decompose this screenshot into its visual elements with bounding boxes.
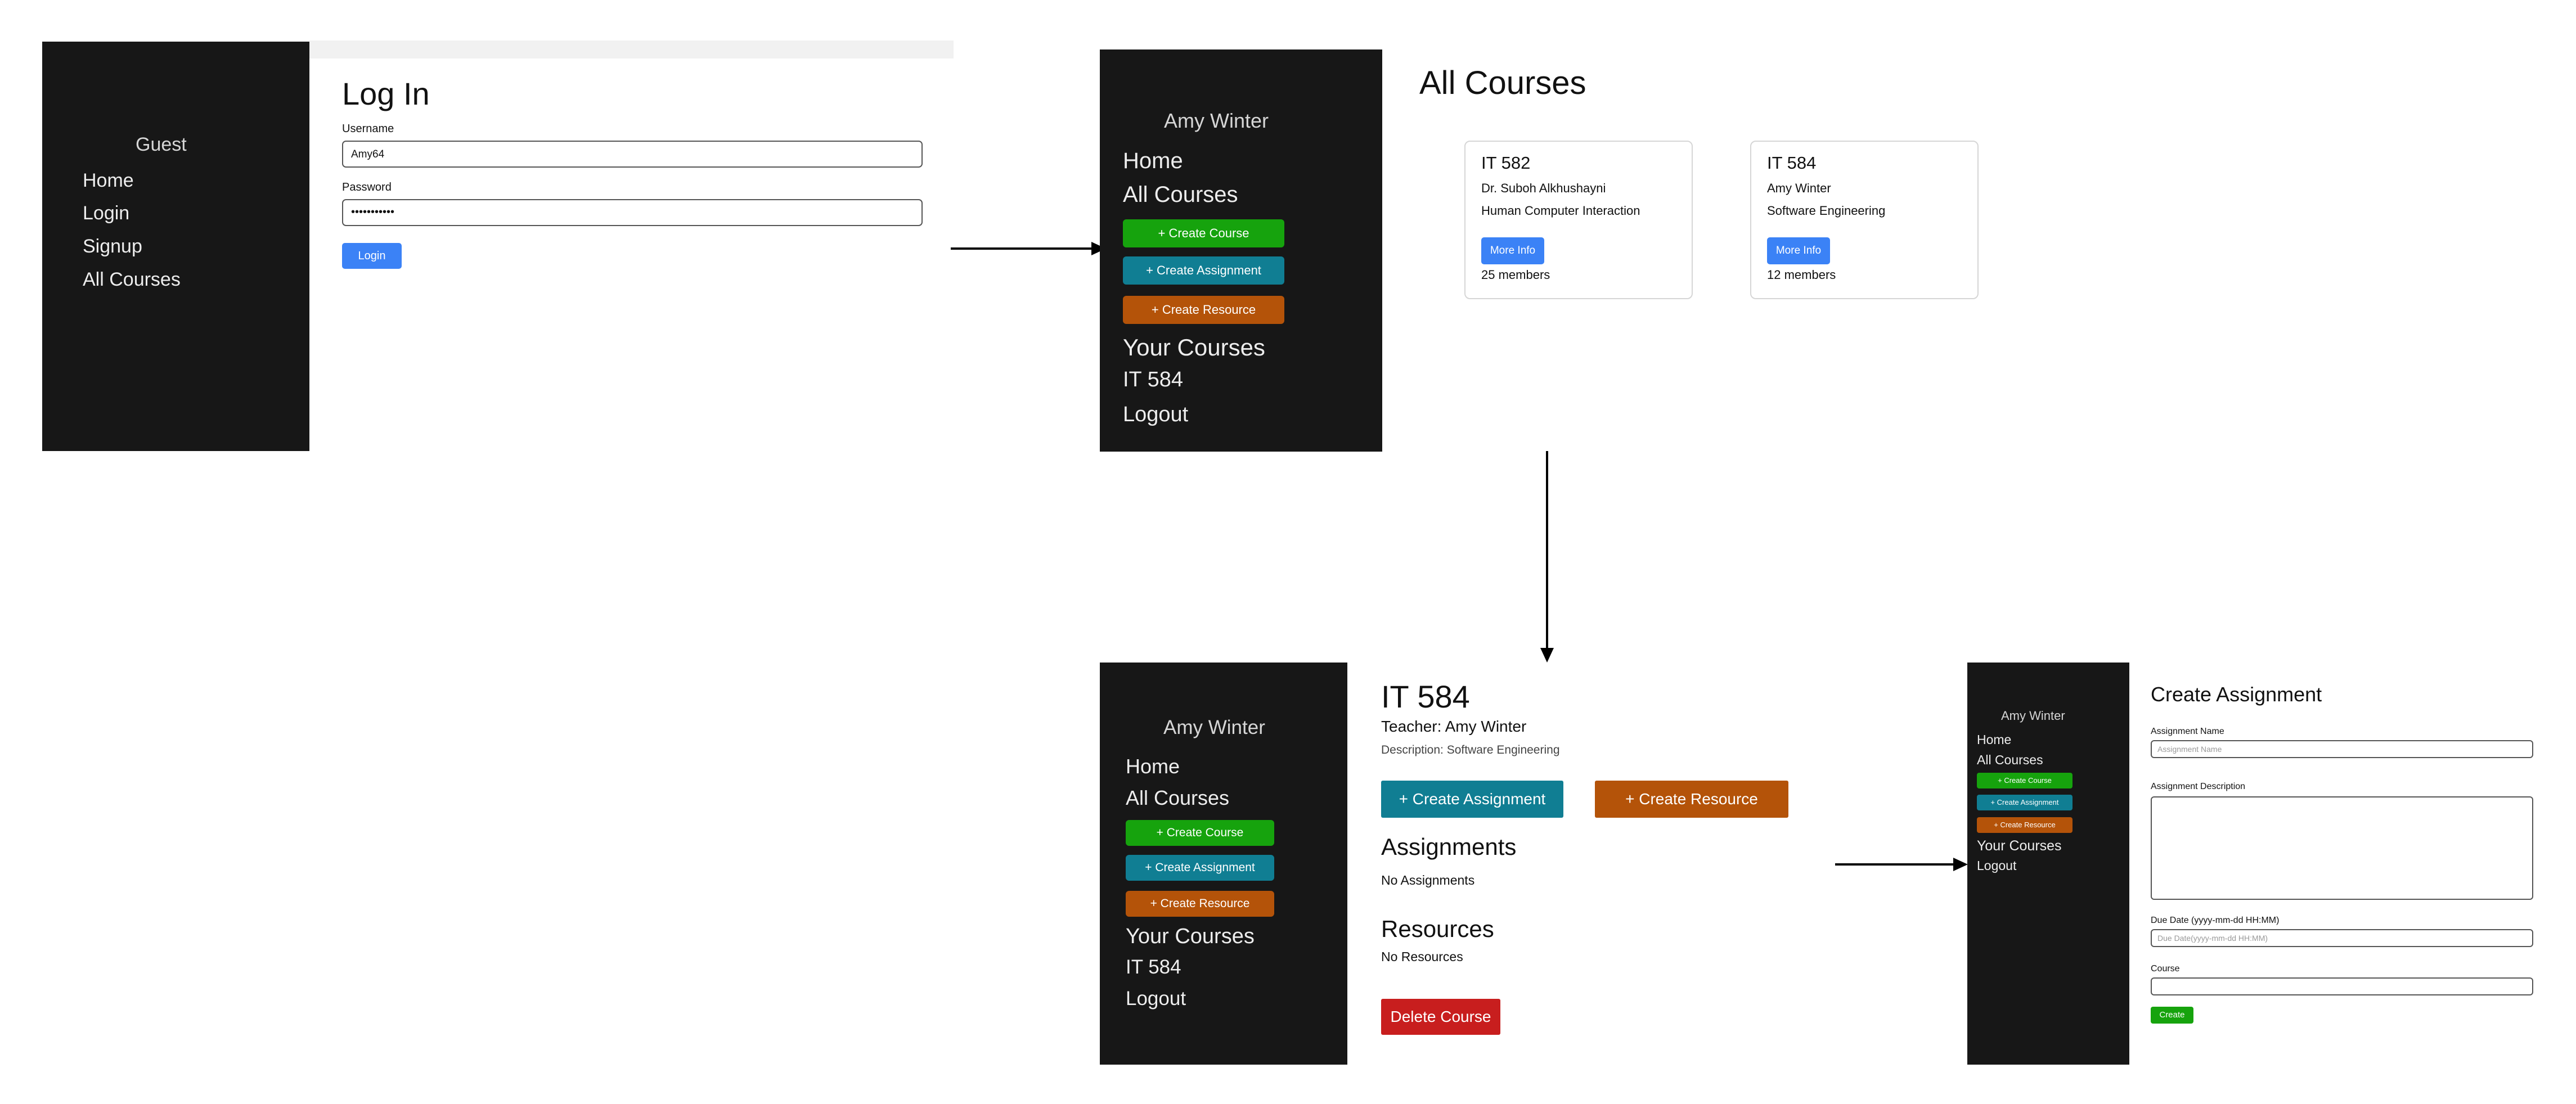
due-date-field[interactable]: Due Date(yyyy-mm-dd HH:MM)	[2151, 929, 2533, 947]
all-courses-screen: Amy Winter Home All Courses + Create Cou…	[1100, 49, 1989, 452]
delete-course-button[interactable]: Delete Course	[1381, 999, 1500, 1035]
sidebar: Amy Winter Home All Courses + Create Cou…	[1100, 49, 1382, 452]
logout-link[interactable]: Logout	[1977, 858, 2016, 873]
create-assignment-button[interactable]: + Create Assignment	[1977, 795, 2073, 810]
course-members: 25 members	[1481, 268, 1550, 282]
sidebar-item-it584[interactable]: IT 584	[1123, 368, 1183, 392]
create-assignment-button[interactable]: + Create Assignment	[1123, 256, 1284, 285]
course-members: 12 members	[1767, 268, 1836, 282]
assignments-empty-text: No Assignments	[1381, 873, 1475, 887]
password-value: •••••••••••	[351, 206, 395, 218]
sidebar-item-all-courses[interactable]: All Courses	[83, 269, 181, 291]
resources-heading: Resources	[1381, 916, 1494, 942]
create-course-button[interactable]: + Create Course	[1977, 773, 2073, 788]
arrow-right-icon	[951, 242, 1106, 255]
course-teacher: Dr. Suboh Alkhushayni	[1481, 181, 1606, 195]
sidebar: Amy Winter Home All Courses + Create Cou…	[1967, 663, 2129, 1065]
create-assignment-screen: Amy Winter Home All Courses + Create Cou…	[1967, 663, 2541, 1065]
sidebar-item-home[interactable]: Home	[83, 170, 134, 192]
logout-link[interactable]: Logout	[1126, 988, 1186, 1010]
username-field[interactable]: Amy64	[342, 141, 923, 168]
create-assignment-button[interactable]: + Create Assignment	[1381, 781, 1563, 818]
sidebar-item-all-courses[interactable]: All Courses	[1126, 786, 1229, 810]
create-resource-button[interactable]: + Create Resource	[1126, 891, 1274, 917]
password-field[interactable]: •••••••••••	[342, 199, 923, 226]
assignments-heading: Assignments	[1381, 833, 1517, 860]
your-courses-heading: Your Courses	[1123, 334, 1265, 361]
sidebar: Amy Winter Home All Courses + Create Cou…	[1100, 663, 1347, 1065]
logout-link[interactable]: Logout	[1123, 403, 1188, 427]
course-detail-screen: Amy Winter Home All Courses + Create Cou…	[1100, 663, 1797, 1065]
course-card: IT 582 Dr. Suboh Alkhushayni Human Compu…	[1464, 141, 1693, 299]
create-resource-button[interactable]: + Create Resource	[1977, 817, 2073, 833]
sidebar-item-login[interactable]: Login	[83, 202, 129, 224]
sidebar-item-home[interactable]: Home	[1977, 732, 2011, 747]
assignment-description-field[interactable]	[2151, 796, 2533, 900]
due-date-label: Due Date (yyyy-mm-dd HH:MM)	[2151, 916, 2280, 925]
assignment-name-label: Assignment Name	[2151, 727, 2224, 736]
login-screen: Guest Home Login Signup All Courses Log …	[42, 40, 954, 451]
arrow-right-icon	[1835, 858, 1968, 871]
create-course-button[interactable]: + Create Course	[1126, 820, 1274, 846]
create-button[interactable]: Create	[2151, 1007, 2193, 1024]
create-course-button[interactable]: + Create Course	[1123, 219, 1284, 247]
course-select[interactable]	[2151, 977, 2533, 995]
username-value: Amy64	[351, 148, 385, 160]
page-title: All Courses	[1419, 65, 1586, 101]
course-label: Course	[2151, 964, 2180, 974]
course-card: IT 584 Amy Winter Software Engineering M…	[1750, 141, 1979, 299]
login-button[interactable]: Login	[342, 243, 402, 269]
more-info-button[interactable]: More Info	[1767, 237, 1830, 264]
page-title: Create Assignment	[2151, 683, 2322, 706]
create-assignment-button[interactable]: + Create Assignment	[1126, 855, 1274, 881]
your-courses-heading: Your Courses	[1126, 925, 1255, 948]
create-resource-button[interactable]: + Create Resource	[1123, 296, 1284, 324]
due-date-placeholder: Due Date(yyyy-mm-dd HH:MM)	[2157, 934, 2268, 943]
your-courses-heading: Your Courses	[1977, 838, 2062, 854]
sidebar: Guest Home Login Signup All Courses	[42, 42, 309, 451]
sidebar-username: Amy Winter	[2001, 709, 2065, 723]
course-code: IT 582	[1481, 153, 1531, 173]
page-title: IT 584	[1381, 679, 1470, 714]
username-label: Username	[342, 123, 394, 135]
more-info-button[interactable]: More Info	[1481, 237, 1544, 264]
assignment-name-field[interactable]: Assignment Name	[2151, 740, 2533, 758]
password-label: Password	[342, 181, 392, 193]
assignment-name-placeholder: Assignment Name	[2157, 745, 2222, 754]
sidebar-item-all-courses[interactable]: All Courses	[1123, 182, 1238, 208]
course-name: Human Computer Interaction	[1481, 204, 1640, 218]
sidebar-username: Amy Winter	[1163, 717, 1265, 738]
course-teacher: Amy Winter	[1767, 181, 1831, 195]
sidebar-item-home[interactable]: Home	[1123, 148, 1183, 174]
resources-empty-text: No Resources	[1381, 949, 1463, 964]
sidebar-username: Guest	[136, 134, 187, 155]
sidebar-username: Amy Winter	[1164, 109, 1269, 132]
browser-top-strip	[309, 40, 954, 58]
course-name: Software Engineering	[1767, 204, 1886, 218]
course-code: IT 584	[1767, 153, 1817, 173]
assignment-description-label: Assignment Description	[2151, 782, 2246, 791]
course-teacher: Teacher: Amy Winter	[1381, 718, 1527, 735]
sidebar-item-all-courses[interactable]: All Courses	[1977, 752, 2043, 768]
sidebar-item-it584[interactable]: IT 584	[1126, 956, 1181, 979]
create-resource-button[interactable]: + Create Resource	[1595, 781, 1788, 818]
arrow-down-icon	[1540, 451, 1554, 663]
sidebar-item-signup[interactable]: Signup	[83, 236, 142, 258]
sidebar-item-home[interactable]: Home	[1126, 755, 1180, 778]
course-description: Description: Software Engineering	[1381, 743, 1560, 756]
page-title: Log In	[342, 76, 430, 111]
